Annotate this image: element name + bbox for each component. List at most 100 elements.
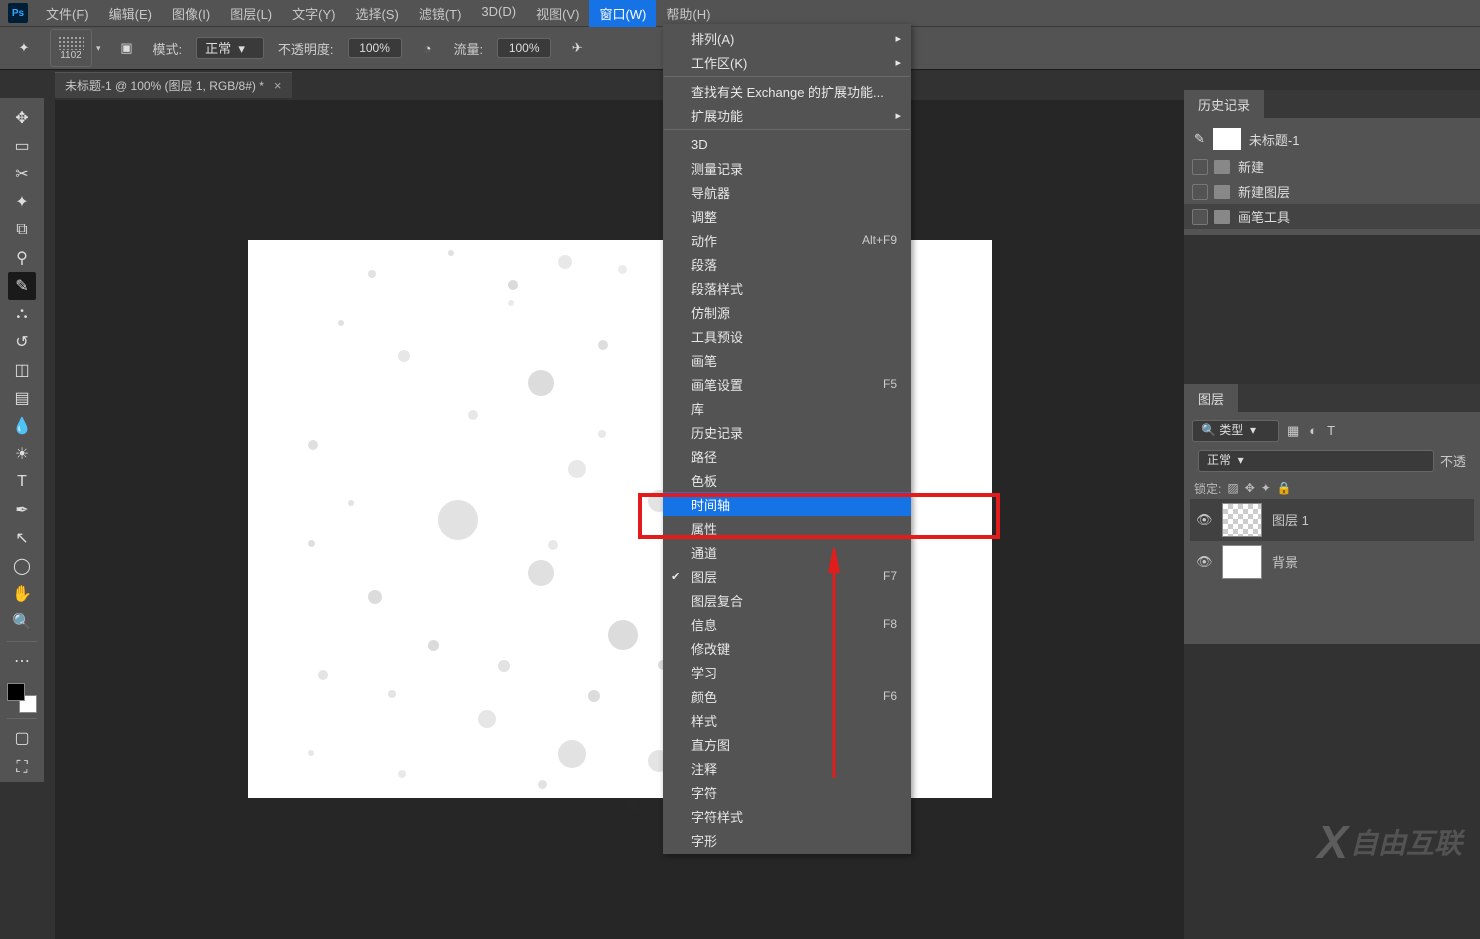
menu-item-动作[interactable]: 动作Alt+F9: [663, 228, 911, 252]
menu-item-测量记录[interactable]: 测量记录: [663, 156, 911, 180]
close-icon[interactable]: ×: [274, 78, 282, 93]
layer-filter-select[interactable]: 🔍 类型 ▾: [1192, 420, 1279, 442]
menu-item-查找有关Exchange的扩展功能[interactable]: 查找有关 Exchange 的扩展功能...: [663, 79, 911, 103]
menu-item-排列A[interactable]: 排列(A): [663, 26, 911, 50]
history-step[interactable]: 新建: [1184, 154, 1480, 179]
layers-tab[interactable]: 图层: [1184, 384, 1238, 412]
menu-item-字符[interactable]: 字符: [663, 780, 911, 804]
history-snapshot[interactable]: ✎ 未标题-1: [1184, 124, 1480, 154]
menu-item-段落样式[interactable]: 段落样式: [663, 276, 911, 300]
visibility-icon[interactable]: 👁: [1196, 512, 1212, 528]
foreground-color-swatch[interactable]: [7, 683, 25, 701]
tool-eyedrop[interactable]: ⚲: [8, 244, 36, 272]
menu-item-画笔设置[interactable]: 画笔设置F5: [663, 372, 911, 396]
blend-mode-select[interactable]: 正常 ▾: [196, 37, 264, 59]
tool-preset-picker[interactable]: ✦: [12, 36, 36, 60]
menu-item-图层复合[interactable]: 图层复合: [663, 588, 911, 612]
dropdown-icon[interactable]: ▾: [96, 43, 101, 54]
menu-item-通道[interactable]: 通道: [663, 540, 911, 564]
menu-item-颜色[interactable]: 颜色F6: [663, 684, 911, 708]
tool-blur[interactable]: 💧: [8, 412, 36, 440]
tool-move[interactable]: ✥: [8, 104, 36, 132]
tool-eraser[interactable]: ◫: [8, 356, 36, 384]
menu-编辑e[interactable]: 编辑(E): [99, 0, 162, 27]
opacity-value[interactable]: 100%: [348, 38, 402, 58]
history-step[interactable]: 画笔工具: [1184, 204, 1480, 229]
tool-pen[interactable]: ✒: [8, 496, 36, 524]
menu-item-工作区K[interactable]: 工作区(K): [663, 50, 911, 74]
paint-splat: [508, 300, 514, 306]
menu-视图v[interactable]: 视图(V): [526, 0, 589, 27]
menu-文字y[interactable]: 文字(Y): [282, 0, 345, 27]
menu-item-历史记录[interactable]: 历史记录: [663, 420, 911, 444]
document-tab[interactable]: 未标题-1 @ 100% (图层 1, RGB/8#) * ×: [55, 72, 292, 98]
quick-mask-icon[interactable]: ▢: [8, 724, 36, 752]
lock-artboard-icon[interactable]: ✦: [1261, 481, 1271, 495]
airbrush-icon[interactable]: ✈: [565, 36, 589, 60]
lock-pixels-icon[interactable]: ▨: [1227, 481, 1238, 495]
flow-value[interactable]: 100%: [497, 38, 551, 58]
menu-3dd[interactable]: 3D(D): [471, 0, 526, 27]
menu-图层l[interactable]: 图层(L): [220, 0, 282, 27]
menu-item-样式[interactable]: 样式: [663, 708, 911, 732]
filter-type-icon[interactable]: T: [1327, 423, 1335, 439]
tool-dodge[interactable]: ☀: [8, 440, 36, 468]
menu-item-直方图[interactable]: 直方图: [663, 732, 911, 756]
menu-文件f[interactable]: 文件(F): [36, 0, 99, 27]
menu-item-字形[interactable]: 字形: [663, 828, 911, 852]
menu-选择s[interactable]: 选择(S): [345, 0, 408, 27]
tool-brush[interactable]: ✎: [8, 272, 36, 300]
menu-item-信息[interactable]: 信息F8: [663, 612, 911, 636]
lock-all-icon[interactable]: 🔒: [1277, 481, 1292, 495]
menu-item-库[interactable]: 库: [663, 396, 911, 420]
tool-marquee[interactable]: ▭: [8, 132, 36, 160]
tool-path[interactable]: ↖: [8, 524, 36, 552]
menu-图像i[interactable]: 图像(I): [162, 0, 220, 27]
menu-item-图层[interactable]: 图层F7: [663, 564, 911, 588]
tool-shape[interactable]: ◯: [8, 552, 36, 580]
menu-item-3D[interactable]: 3D: [663, 132, 911, 156]
brush-preset-picker[interactable]: 1102: [50, 29, 92, 67]
menu-item-路径[interactable]: 路径: [663, 444, 911, 468]
tool-wand[interactable]: ✦: [8, 188, 36, 216]
menu-帮助h[interactable]: 帮助(H): [656, 0, 720, 27]
menu-窗口w[interactable]: 窗口(W): [589, 0, 656, 27]
lock-position-icon[interactable]: ✥: [1245, 481, 1255, 495]
brush-panel-toggle-icon[interactable]: ▣: [115, 36, 139, 60]
tool-type[interactable]: T: [8, 468, 36, 496]
menu-item-注释[interactable]: 注释: [663, 756, 911, 780]
color-swatches[interactable]: [7, 683, 37, 713]
screen-mode-icon[interactable]: ⛶: [8, 754, 36, 782]
tool-zoom[interactable]: 🔍: [8, 608, 36, 636]
history-step[interactable]: 新建图层: [1184, 179, 1480, 204]
tool-history-brush[interactable]: ↺: [8, 328, 36, 356]
tool-lasso[interactable]: ✂: [8, 160, 36, 188]
layer-item[interactable]: 👁图层 1: [1190, 499, 1474, 541]
more-tools-icon[interactable]: ⋯: [8, 647, 36, 675]
tool-stamp[interactable]: ⛬: [8, 300, 36, 328]
menu-item-仿制源[interactable]: 仿制源: [663, 300, 911, 324]
menu-item-时间轴[interactable]: 时间轴: [663, 492, 911, 516]
menu-item-导航器[interactable]: 导航器: [663, 180, 911, 204]
tool-gradient[interactable]: ▤: [8, 384, 36, 412]
pressure-opacity-icon[interactable]: ◔: [416, 36, 440, 60]
menu-item-色板[interactable]: 色板: [663, 468, 911, 492]
menu-滤镜t[interactable]: 滤镜(T): [409, 0, 472, 27]
filter-pixel-icon[interactable]: ▦: [1287, 423, 1299, 439]
menu-item-工具预设[interactable]: 工具预设: [663, 324, 911, 348]
menu-item-段落[interactable]: 段落: [663, 252, 911, 276]
menu-item-修改键[interactable]: 修改键: [663, 636, 911, 660]
menu-item-画笔[interactable]: 画笔: [663, 348, 911, 372]
menu-item-字符样式[interactable]: 字符样式: [663, 804, 911, 828]
menu-item-属性[interactable]: 属性: [663, 516, 911, 540]
visibility-icon[interactable]: 👁: [1196, 554, 1212, 570]
menu-item-调整[interactable]: 调整: [663, 204, 911, 228]
layer-item[interactable]: 👁背景: [1190, 541, 1474, 583]
blend-mode-select[interactable]: 正常 ▾: [1198, 450, 1434, 472]
tool-crop[interactable]: ⧉: [8, 216, 36, 244]
menu-item-扩展功能[interactable]: 扩展功能: [663, 103, 911, 127]
tool-hand[interactable]: ✋: [8, 580, 36, 608]
menu-item-学习[interactable]: 学习: [663, 660, 911, 684]
history-tab[interactable]: 历史记录: [1184, 90, 1264, 118]
filter-adjust-icon[interactable]: ◐: [1309, 423, 1317, 439]
